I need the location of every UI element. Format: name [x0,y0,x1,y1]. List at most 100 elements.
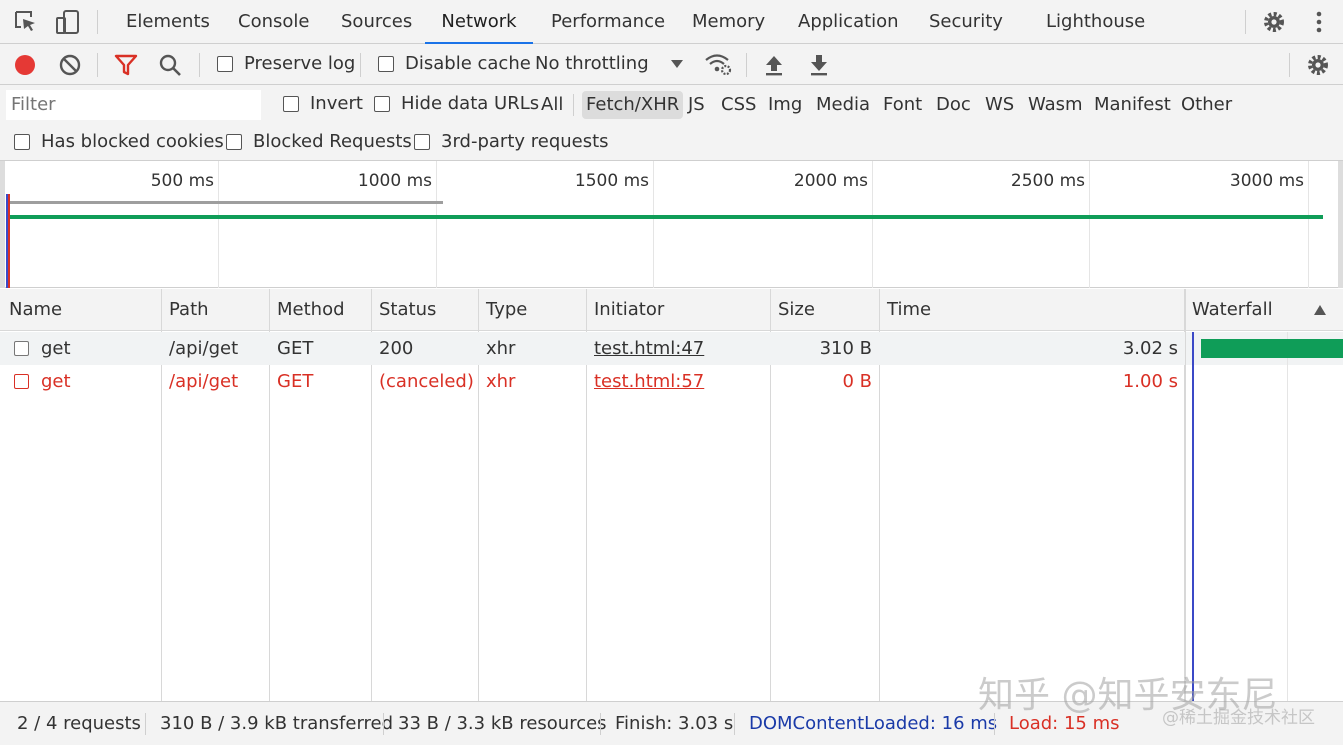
type-filter-manifest[interactable]: Manifest [1090,91,1175,119]
type-filter-all[interactable]: All [537,91,567,119]
type-filter-fetch-xhr[interactable]: Fetch/XHR [582,91,684,119]
table-row[interactable]: get /api/get GET 200 xhr test.html:47 31… [0,332,1185,365]
separator [1245,10,1246,34]
finish-time: Finish: 3.03 s [615,713,734,734]
header-status[interactable]: Status [379,289,436,331]
separator [746,53,747,77]
separator [573,94,574,116]
tab-network[interactable]: Network [425,0,533,44]
request-type-icon [14,341,29,356]
filter-input[interactable] [6,90,261,120]
record-icon[interactable] [13,53,37,77]
waterfall-bar[interactable] [1201,339,1343,358]
device-toolbar-icon[interactable] [55,9,81,35]
tab-memory[interactable]: Memory [692,0,765,44]
separator [734,713,735,735]
hide-data-urls-checkbox[interactable] [374,96,390,112]
inspect-element-icon[interactable] [13,9,39,35]
load-marker [8,194,10,288]
header-time[interactable]: Time [887,289,931,331]
type-filter-media[interactable]: Media [812,91,874,119]
type-filter-css[interactable]: CSS [717,91,760,119]
disable-cache-label: Disable cache [405,53,531,74]
tick-label: 1000 ms [357,171,432,191]
header-waterfall[interactable]: Waterfall [1192,289,1273,331]
tab-security[interactable]: Security [929,0,1003,44]
table-row[interactable]: get /api/get GET (canceled) xhr test.htm… [0,365,1185,398]
hide-data-urls-label: Hide data URLs [401,93,540,114]
type-filter-img[interactable]: Img [764,91,806,119]
network-conditions-icon[interactable] [704,52,732,76]
preserve-log-checkbox[interactable] [217,56,233,72]
network-toolbar: Preserve log Disable cache No throttling [0,44,1343,85]
waterfall-dom-content-loaded-line [1192,332,1194,701]
type-filter-font[interactable]: Font [879,91,926,119]
separator [360,53,361,77]
cell-size: 310 B [819,338,872,359]
preserve-log-label: Preserve log [244,53,356,74]
throttling-select[interactable]: No throttling [535,53,649,74]
separator [199,53,200,77]
sort-ascending-icon[interactable] [1313,304,1327,316]
header-size[interactable]: Size [778,289,815,331]
tab-elements[interactable]: Elements [126,0,210,44]
blocked-requests-checkbox[interactable] [226,134,242,150]
cell-path: /api/get [169,371,239,392]
type-filter-ws[interactable]: WS [981,91,1018,119]
overview-left-handle[interactable] [0,161,5,288]
invert-label: Invert [310,93,363,114]
cell-initiator-link[interactable]: test.html:47 [594,332,704,365]
import-har-icon[interactable] [763,53,785,77]
cell-path: /api/get [169,338,239,359]
cell-status: 200 [379,338,414,359]
header-initiator[interactable]: Initiator [594,289,664,331]
settings-gear-icon[interactable] [1261,9,1287,35]
type-filter-other[interactable]: Other [1177,91,1236,119]
separator [383,713,384,735]
third-party-requests-label: 3rd-party requests [441,131,609,152]
type-filter-wasm[interactable]: Wasm [1024,91,1087,119]
header-name[interactable]: Name [9,289,62,331]
cell-size: 0 B [842,371,872,392]
tab-console[interactable]: Console [238,0,309,44]
cell-method: GET [277,338,314,359]
search-icon[interactable] [158,53,182,77]
cell-initiator-link[interactable]: test.html:57 [594,365,704,398]
overview-right-handle[interactable] [1338,161,1343,288]
grid-line [436,161,437,288]
cell-name: get [41,338,71,359]
type-filter-doc[interactable]: Doc [932,91,975,119]
tab-lighthouse[interactable]: Lighthouse [1046,0,1145,44]
header-path[interactable]: Path [169,289,209,331]
separator [600,713,601,735]
network-overview[interactable]: 500 ms 1000 ms 1500 ms 2000 ms 2500 ms 3… [0,161,1343,288]
tick-label: 500 ms [150,171,214,191]
type-filter-js[interactable]: JS [684,91,709,119]
grid-line [1089,161,1090,288]
cell-type: xhr [486,338,516,359]
separator [97,10,98,34]
tab-application[interactable]: Application [798,0,899,44]
filter-icon[interactable] [114,53,138,77]
third-party-requests-checkbox[interactable] [414,134,430,150]
request-type-icon [14,374,29,389]
overview-request-bar [8,215,1323,219]
network-settings-gear-icon[interactable] [1305,52,1331,78]
tab-sources[interactable]: Sources [341,0,412,44]
header-method[interactable]: Method [277,289,345,331]
export-har-icon[interactable] [808,53,830,77]
has-blocked-cookies-checkbox[interactable] [14,134,30,150]
header-type[interactable]: Type [486,289,527,331]
grid-line [653,161,654,288]
separator [97,53,98,77]
tick-label: 1500 ms [574,171,649,191]
invert-checkbox[interactable] [283,96,299,112]
disable-cache-checkbox[interactable] [378,56,394,72]
clear-icon[interactable] [58,53,82,77]
requests-table: Name Path Method Status Type Initiator S… [0,289,1343,701]
cell-time: 1.00 s [1122,371,1178,392]
chevron-down-icon[interactable] [670,59,684,69]
tab-performance[interactable]: Performance [551,0,665,44]
more-options-icon[interactable] [1306,9,1332,35]
watermark-subtext: @稀土掘金技术社区 [1162,708,1315,728]
